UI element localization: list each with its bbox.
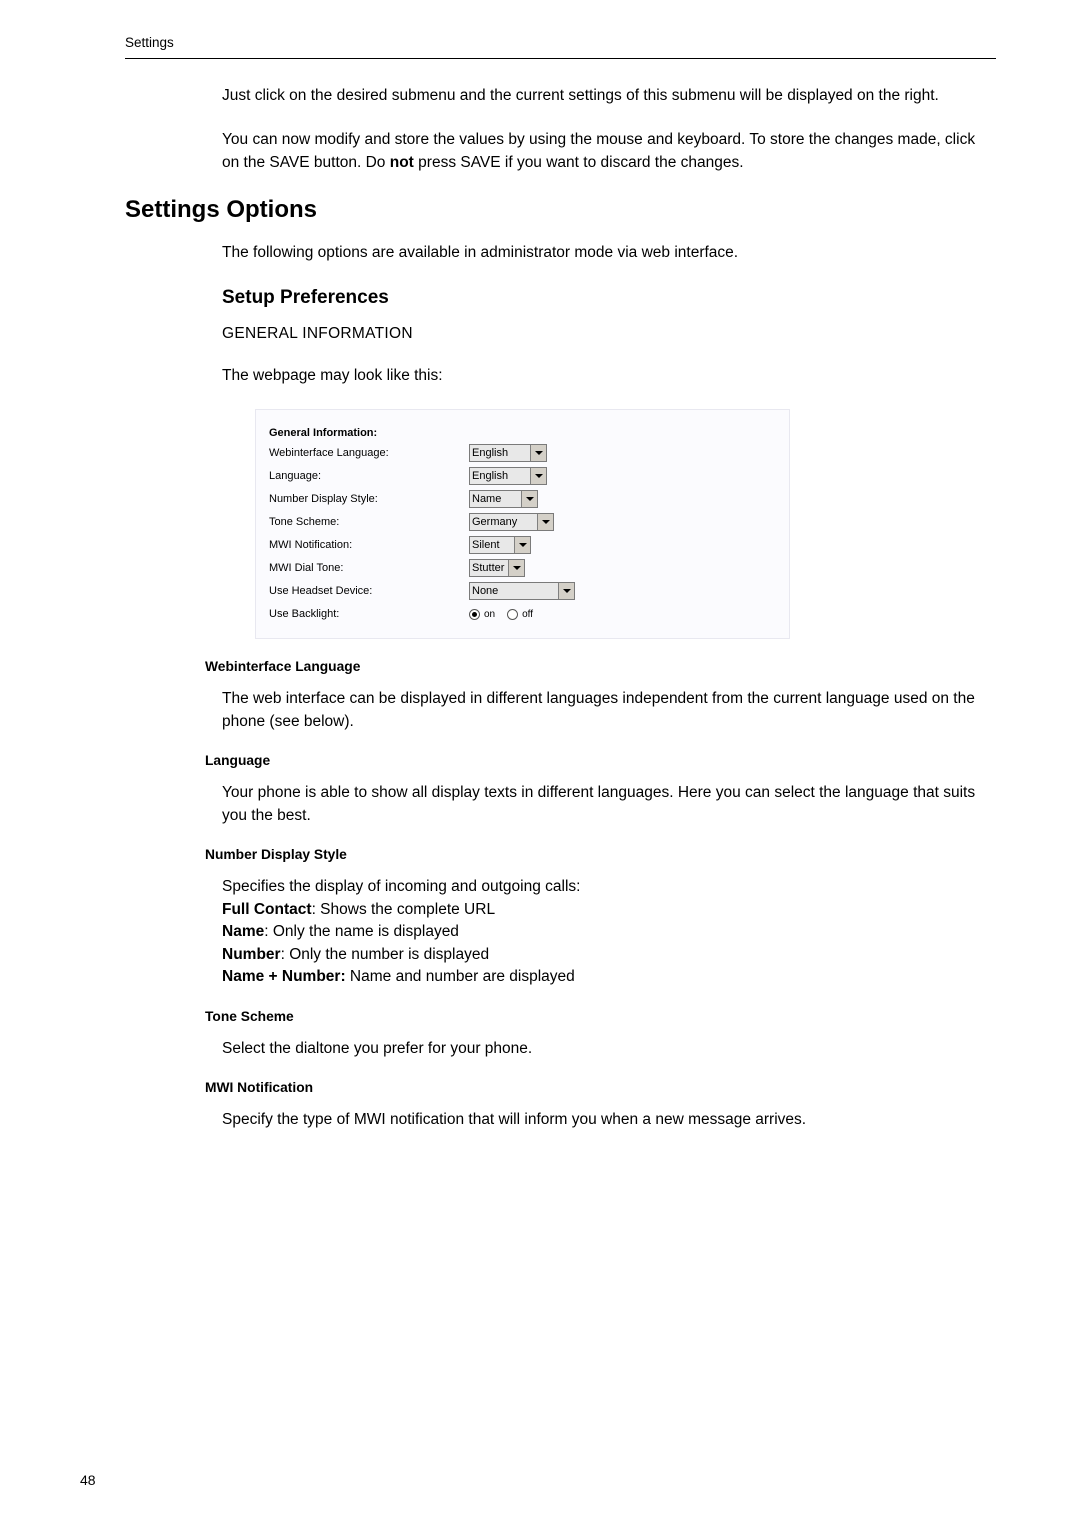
subheading-language: Language xyxy=(205,753,996,768)
webinterface-language-body: The web interface can be displayed in di… xyxy=(222,688,996,733)
chevron-down-icon[interactable] xyxy=(558,583,574,599)
settings-form-screenshot: General Information: Webinterface Langua… xyxy=(255,409,790,639)
chevron-down-icon[interactable] xyxy=(530,468,546,484)
chevron-down-icon[interactable] xyxy=(514,537,530,553)
form-row-mwi-notification: MWI Notification: Silent xyxy=(269,535,776,555)
form-label: MWI Notification: xyxy=(269,539,469,551)
subheading-number-display-style: Number Display Style xyxy=(205,847,996,862)
select-value: English xyxy=(472,447,508,459)
nds-line-name: Name: Only the name is displayed xyxy=(222,921,996,943)
mwi-notification-select[interactable]: Silent xyxy=(469,536,531,554)
chevron-down-icon[interactable] xyxy=(521,491,537,507)
chevron-down-icon[interactable] xyxy=(537,514,553,530)
form-row-webinterface-language: Webinterface Language: English xyxy=(269,443,776,463)
tone-scheme-select[interactable]: Germany xyxy=(469,513,554,531)
form-row-number-display-style: Number Display Style: Name xyxy=(269,489,776,509)
header-rule xyxy=(125,58,996,59)
rest-name-number: Name and number are displayed xyxy=(346,968,575,985)
nds-line-full-contact: Full Contact: Shows the complete URL xyxy=(222,899,996,921)
heading-general-information: GENERAL INFORMATION xyxy=(222,325,996,343)
heading-setup-preferences: Setup Preferences xyxy=(222,287,996,309)
nds-line-intro: Specifies the display of incoming and ou… xyxy=(222,876,996,898)
backlight-radio-group: on off xyxy=(469,609,533,620)
intro-paragraph-1: Just click on the desired submenu and th… xyxy=(222,85,996,107)
form-label: Language: xyxy=(269,470,469,482)
radio-label-on: on xyxy=(484,609,495,620)
radio-label-off: off xyxy=(522,609,533,620)
form-row-tone-scheme: Tone Scheme: Germany xyxy=(269,512,776,532)
select-value: Silent xyxy=(472,539,500,551)
chevron-down-icon[interactable] xyxy=(530,445,546,461)
tone-scheme-body: Select the dialtone you prefer for your … xyxy=(222,1038,996,1060)
select-value: None xyxy=(472,585,498,597)
form-row-backlight: Use Backlight: on off xyxy=(269,604,776,624)
select-value: Name xyxy=(472,493,501,505)
rest-name: : Only the name is displayed xyxy=(264,923,459,940)
bold-name: Name xyxy=(222,923,264,940)
chevron-down-icon[interactable] xyxy=(508,560,524,576)
subheading-tone-scheme: Tone Scheme xyxy=(205,1009,996,1024)
page-number: 48 xyxy=(80,1472,96,1488)
backlight-off-radio[interactable] xyxy=(507,609,518,620)
intro2-part-c: press SAVE if you want to discard the ch… xyxy=(414,154,744,171)
nds-line-name-number: Name + Number: Name and number are displ… xyxy=(222,966,996,988)
form-section-title: General Information: xyxy=(269,427,776,439)
form-label: MWI Dial Tone: xyxy=(269,562,469,574)
page-content: Just click on the desired submenu and th… xyxy=(0,0,1080,1132)
mwi-notification-body: Specify the type of MWI notification tha… xyxy=(222,1109,996,1131)
form-label: Use Headset Device: xyxy=(269,585,469,597)
headset-device-select[interactable]: None xyxy=(469,582,575,600)
mwi-dial-tone-select[interactable]: Stutter xyxy=(469,559,525,577)
form-label: Number Display Style: xyxy=(269,493,469,505)
rest-full-contact: : Shows the complete URL xyxy=(312,901,496,918)
form-row-headset-device: Use Headset Device: None xyxy=(269,581,776,601)
intro-paragraph-2: You can now modify and store the values … xyxy=(222,129,996,174)
subheading-webinterface-language: Webinterface Language xyxy=(205,659,996,674)
bold-name-number: Name + Number: xyxy=(222,968,346,985)
select-value: Germany xyxy=(472,516,517,528)
select-value: English xyxy=(472,470,508,482)
form-row-language: Language: English xyxy=(269,466,776,486)
rest-number: : Only the number is displayed xyxy=(281,946,490,963)
bold-full-contact: Full Contact xyxy=(222,901,312,918)
language-select[interactable]: English xyxy=(469,467,547,485)
webinterface-language-select[interactable]: English xyxy=(469,444,547,462)
nds-line-number: Number: Only the number is displayed xyxy=(222,944,996,966)
language-body: Your phone is able to show all display t… xyxy=(222,782,996,827)
heading-settings-options: Settings Options xyxy=(125,196,996,224)
form-label: Webinterface Language: xyxy=(269,447,469,459)
subheading-mwi-notification: MWI Notification xyxy=(205,1080,996,1095)
number-display-style-select[interactable]: Name xyxy=(469,490,538,508)
general-info-para: The webpage may look like this: xyxy=(222,365,996,387)
form-label: Tone Scheme: xyxy=(269,516,469,528)
select-value: Stutter xyxy=(472,562,504,574)
backlight-on-radio[interactable] xyxy=(469,609,480,620)
page-header: Settings xyxy=(125,35,174,50)
form-label: Use Backlight: xyxy=(269,608,469,620)
number-display-style-body: Specifies the display of incoming and ou… xyxy=(222,876,996,988)
intro2-bold: not xyxy=(390,154,414,171)
form-row-mwi-dial-tone: MWI Dial Tone: Stutter xyxy=(269,558,776,578)
bold-number: Number xyxy=(222,946,281,963)
settings-options-para: The following options are available in a… xyxy=(222,242,996,264)
